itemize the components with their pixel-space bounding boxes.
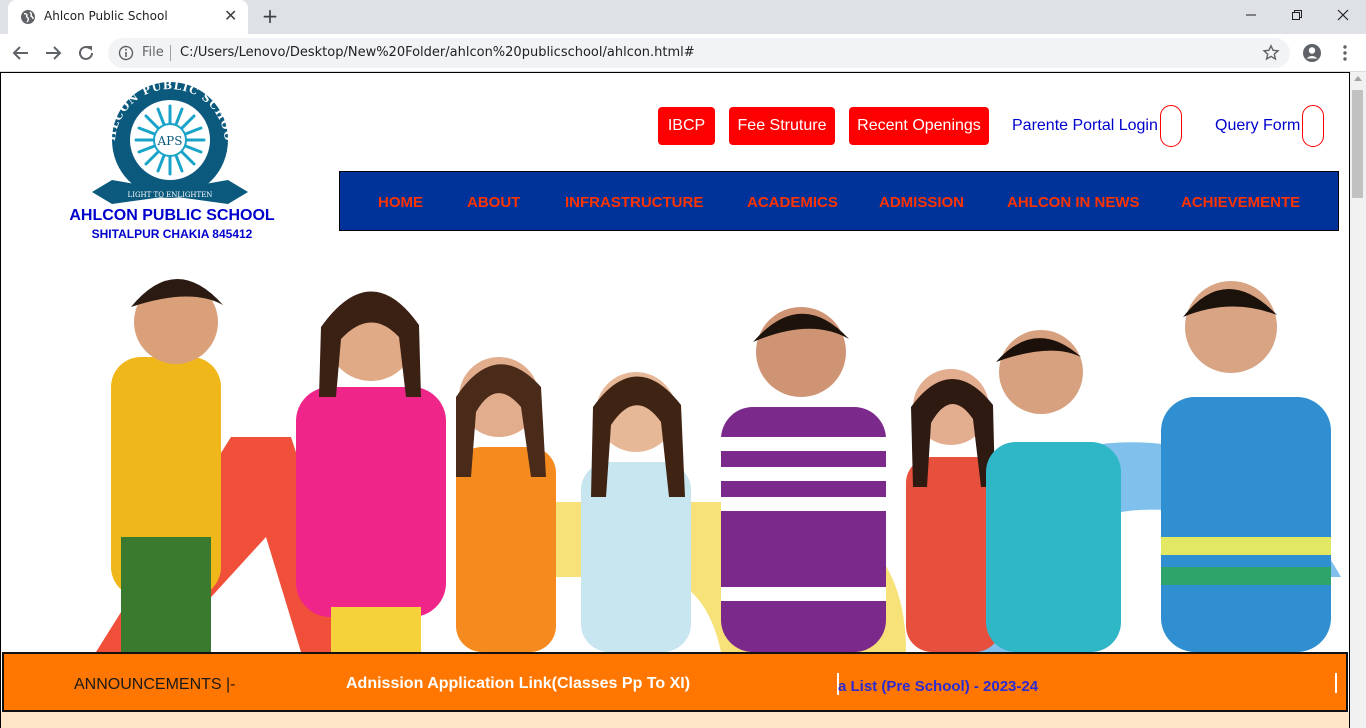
address-bar[interactable]: File C:/Users/Lenovo/Desktop/New%20Folde… xyxy=(108,38,1290,68)
profile-icon[interactable] xyxy=(1301,42,1323,64)
announcement-marquee-text[interactable]: a List (Pre School) - 2023-24 xyxy=(838,678,1038,695)
ibcp-button[interactable]: IBCP xyxy=(658,107,715,145)
restore-icon[interactable] xyxy=(1274,0,1320,30)
parent-portal-button-outline[interactable] xyxy=(1159,105,1182,147)
content-section-top xyxy=(1,712,1349,728)
tab-strip: Ahlcon Public School ✕ + xyxy=(0,0,1366,34)
minimize-icon[interactable] xyxy=(1228,0,1274,30)
reload-icon[interactable] xyxy=(75,42,97,64)
nav-item-academics[interactable]: ACADEMICS xyxy=(747,194,838,211)
fee-structure-button[interactable]: Fee Struture xyxy=(729,107,835,145)
recent-openings-button[interactable]: Recent Openings xyxy=(849,107,989,145)
info-icon[interactable] xyxy=(118,45,134,61)
scrollbar-thumb[interactable] xyxy=(1352,90,1363,198)
admission-application-link[interactable]: Adnission Application Link(Classes Pp To… xyxy=(346,675,690,693)
parent-portal-login-link[interactable]: Parente Portal Login xyxy=(1012,105,1182,147)
tab-title: Ahlcon Public School xyxy=(44,9,168,23)
kebab-menu-icon[interactable] xyxy=(1334,42,1356,64)
browser-tab[interactable]: Ahlcon Public School ✕ xyxy=(8,0,248,34)
logo-banner-text: LIGHT TO ENLIGHTEN xyxy=(128,191,213,199)
school-name: AHLCON PUBLIC SCHOOL xyxy=(69,207,275,224)
nav-item-ahlcon-in-news[interactable]: AHLCON IN NEWS xyxy=(1007,194,1140,211)
page-viewport: AHLCON PUBLIC SCHOOL APS LIGHT TO ENLIGH… xyxy=(0,72,1366,728)
page-scrollbar[interactable] xyxy=(1350,72,1366,728)
query-form-link[interactable]: Query Form xyxy=(1215,105,1325,147)
url-scheme-label: File xyxy=(142,45,164,60)
query-form-label: Query Form xyxy=(1215,117,1301,134)
school-address: SHITALPUR CHAKIA 845412 xyxy=(91,227,253,241)
back-icon[interactable] xyxy=(10,42,32,64)
browser-toolbar: File C:/Users/Lenovo/Desktop/New%20Folde… xyxy=(0,34,1366,72)
close-window-icon[interactable] xyxy=(1320,0,1366,30)
new-tab-button[interactable]: + xyxy=(258,4,282,28)
marquee-end-divider xyxy=(1335,673,1337,693)
query-form-button-outline[interactable] xyxy=(1302,105,1325,147)
school-logo[interactable]: AHLCON PUBLIC SCHOOL APS LIGHT TO ENLIGH… xyxy=(90,80,250,208)
logo-monogram: APS xyxy=(157,134,183,148)
omnibox-divider xyxy=(170,45,171,61)
announcements-bar: ANNOUNCEMENTS |- Adnission Application L… xyxy=(2,652,1348,712)
forward-icon[interactable] xyxy=(42,42,64,64)
nav-item-achievements[interactable]: ACHIEVEMENTE xyxy=(1181,194,1300,211)
star-icon[interactable] xyxy=(1262,44,1280,62)
main-nav: HOME ABOUT INFRASTRUCTURE ACADEMICS ADMI… xyxy=(339,171,1339,231)
scroll-up-arrow-icon[interactable] xyxy=(1354,76,1362,81)
globe-icon xyxy=(21,10,35,24)
nav-item-about[interactable]: ABOUT xyxy=(467,194,520,211)
announcements-label: ANNOUNCEMENTS |- xyxy=(74,676,236,693)
url-text[interactable]: C:/Users/Lenovo/Desktop/New%20Folder/ahl… xyxy=(180,45,695,60)
hero-banner-image xyxy=(1,247,1349,652)
nav-item-infrastructure[interactable]: INFRASTRUCTURE xyxy=(565,194,703,211)
parent-portal-login-label: Parente Portal Login xyxy=(1012,117,1158,134)
nav-item-admission[interactable]: ADMISSION xyxy=(879,194,964,211)
nav-item-home[interactable]: HOME xyxy=(378,194,423,211)
tab-close-icon[interactable]: ✕ xyxy=(224,7,237,25)
